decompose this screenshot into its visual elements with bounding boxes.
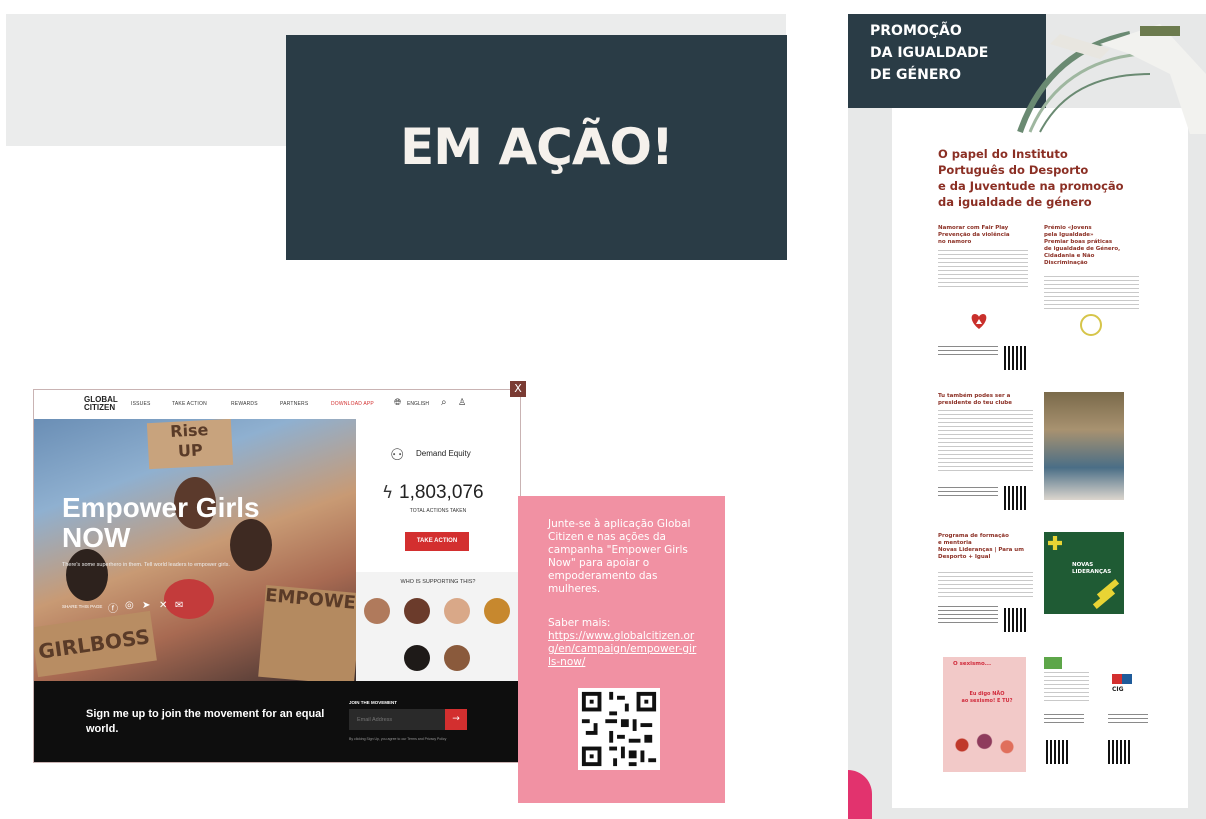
cig-info-text — [1044, 672, 1089, 702]
pink-info-card: Junte-se à aplicação Global Citizen e na… — [518, 496, 725, 803]
search-icon[interactable]: ⌕ — [441, 397, 447, 408]
supporter-avatar[interactable] — [484, 598, 510, 624]
campaign-category: Demand Equity — [416, 449, 471, 458]
qr-code-presidente — [1004, 486, 1028, 510]
nav-download-app[interactable]: DOWNLOAD APP — [331, 401, 374, 407]
section-body-namorar — [938, 250, 1028, 290]
qr-code-formacao — [1004, 608, 1028, 632]
supporter-avatar[interactable] — [444, 645, 470, 671]
supporter-avatar[interactable] — [444, 598, 470, 624]
share-label: SHARE THIS PAGE — [62, 604, 103, 609]
section-title-namorar: Namorar com Fair Play Prevenção da violê… — [938, 225, 1010, 245]
poster-title: PROMOÇÃO DA IGUALDADE DE GÉNERO — [870, 23, 989, 83]
mail-icon[interactable]: ✉ — [175, 600, 183, 611]
nav-partners[interactable]: PARTNERS — [280, 401, 308, 407]
hero-title: EM AÇÃO! — [400, 118, 674, 176]
legal-text: By clicking Sign Up, you agree to our Te… — [349, 737, 447, 741]
crowd-illustration — [947, 727, 1022, 763]
qr-code-a — [1046, 740, 1070, 764]
actions-label: TOTAL ACTIONS TAKEN — [409, 508, 467, 514]
sexismo-poster: O sexismo... Eu digo NÃO ao sexismo! E T… — [943, 657, 1026, 772]
qr-code-namorar — [1004, 346, 1028, 370]
campaign-stats-panel: ⚇ Demand Equity ϟ 1,803,076 TOTAL ACTION… — [356, 419, 520, 681]
nav-take-action[interactable]: TAKE ACTION — [172, 401, 207, 407]
section-body-presidente — [938, 410, 1033, 474]
supporters-label: WHO IS SUPPORTING THIS? — [400, 579, 476, 585]
novas-liderancas-image: NOVAS LIDERANÇAS — [1044, 532, 1124, 614]
global-citizen-logo[interactable]: GLOBAL CITIZEN — [84, 396, 118, 412]
signup-footer: Sign me up to join the movement for an e… — [34, 681, 520, 762]
x-icon[interactable]: ✕ — [159, 600, 167, 611]
section-title-presidente: Tu também podes ser a presidente do teu … — [938, 393, 1012, 406]
sexismo-slogan: Eu digo NÃO ao sexismo! E TU? — [961, 691, 1013, 704]
qr-code — [578, 688, 660, 770]
email-field[interactable] — [349, 709, 445, 730]
supporter-avatar[interactable] — [404, 645, 430, 671]
section-body-formacao — [938, 572, 1033, 598]
pink-card-more-label: Saber mais: — [548, 617, 611, 629]
campaign-poster-image — [1044, 392, 1124, 500]
actions-count: 1,803,076 — [399, 482, 484, 503]
bolt-icon: ϟ — [382, 483, 394, 503]
close-button[interactable]: X — [510, 381, 526, 397]
language-selector[interactable]: ENGLISH — [407, 401, 429, 407]
email-submit-button[interactable]: → — [445, 709, 467, 730]
award-logo-icon — [1080, 314, 1102, 336]
novas-liderancas-label: NOVAS LIDERANÇAS — [1072, 562, 1112, 575]
link-block-b[interactable] — [1108, 714, 1148, 726]
cig-logo-icon — [1112, 674, 1132, 684]
section-body-premio — [1044, 276, 1139, 310]
cig-label: CIG — [1112, 686, 1124, 693]
people-icon: ⚇ — [390, 445, 405, 464]
supporter-avatar[interactable] — [404, 598, 430, 624]
nav-issues[interactable]: ISSUES — [131, 401, 151, 407]
heart-logo-icon — [968, 310, 990, 332]
institution-logo — [1044, 657, 1062, 669]
nav-rewards[interactable]: REWARDS — [231, 401, 258, 407]
section-link-namorar[interactable] — [938, 346, 998, 358]
section-link-presidente[interactable] — [938, 487, 998, 499]
campaign-headline: Empower Girls NOW — [62, 493, 260, 553]
poster-heading: O papel do Instituto Português do Despor… — [938, 147, 1124, 209]
facebook-icon[interactable]: ⓕ — [108, 600, 118, 615]
link-block-a[interactable] — [1044, 714, 1084, 726]
campaign-link[interactable]: https://www.globalcitizen.org/en/campaig… — [548, 630, 698, 669]
section-link-formacao[interactable] — [938, 606, 998, 624]
logo-line-2: CITIZEN — [84, 403, 116, 412]
campaign-hero-photo: Rise UP GIRLBOSS EMPOWER Empower Girls NO… — [34, 419, 356, 681]
globe-icon[interactable]: 🌐︎ — [394, 398, 401, 408]
protester-figure — [66, 549, 108, 601]
plus-icon — [1048, 536, 1062, 550]
sexismo-title: O sexismo... — [953, 661, 992, 667]
supporters-area: WHO IS SUPPORTING THIS? — [356, 572, 520, 681]
qr-code-b — [1108, 740, 1132, 764]
take-action-button[interactable]: TAKE ACTION — [405, 532, 469, 551]
signup-text: Sign me up to join the movement for an e… — [86, 708, 325, 735]
protest-sign-rise-up: Rise UP — [146, 419, 234, 470]
protest-sign-empower: EMPOWER — [258, 584, 356, 681]
site-navbar: GLOBAL CITIZEN ISSUES TAKE ACTION REWARD… — [34, 390, 520, 420]
pink-card-text: Junte-se à aplicação Global Citizen e na… — [548, 518, 691, 595]
protest-sign-girlboss: GIRLBOSS — [34, 610, 157, 678]
section-title-formacao: Programa de formação e mentoria Novas Li… — [938, 533, 1024, 560]
campaign-subline: There's some superhero in them. Tell wor… — [62, 562, 230, 568]
poster-sheet — [892, 108, 1188, 808]
supporter-avatar[interactable] — [364, 598, 390, 624]
telegram-icon[interactable]: ➤ — [142, 600, 150, 611]
campaign-webpage: GLOBAL CITIZEN ISSUES TAKE ACTION REWARD… — [33, 389, 521, 763]
dancer-illustration — [1017, 24, 1206, 134]
join-label: JOIN THE MOVEMENT — [349, 700, 398, 705]
qr-code-graphic — [578, 688, 660, 770]
divider-gap — [786, 0, 844, 819]
section-title-premio: Prémio «Jovens pela Igualdade» Premiar b… — [1044, 225, 1121, 266]
whatsapp-icon[interactable]: ◎ — [125, 600, 134, 611]
user-icon[interactable]: ♙ — [458, 398, 466, 408]
headline-line-2: NOW — [62, 522, 131, 553]
headline-line-1: Empower Girls — [62, 492, 260, 523]
protester-figure — [164, 579, 214, 619]
